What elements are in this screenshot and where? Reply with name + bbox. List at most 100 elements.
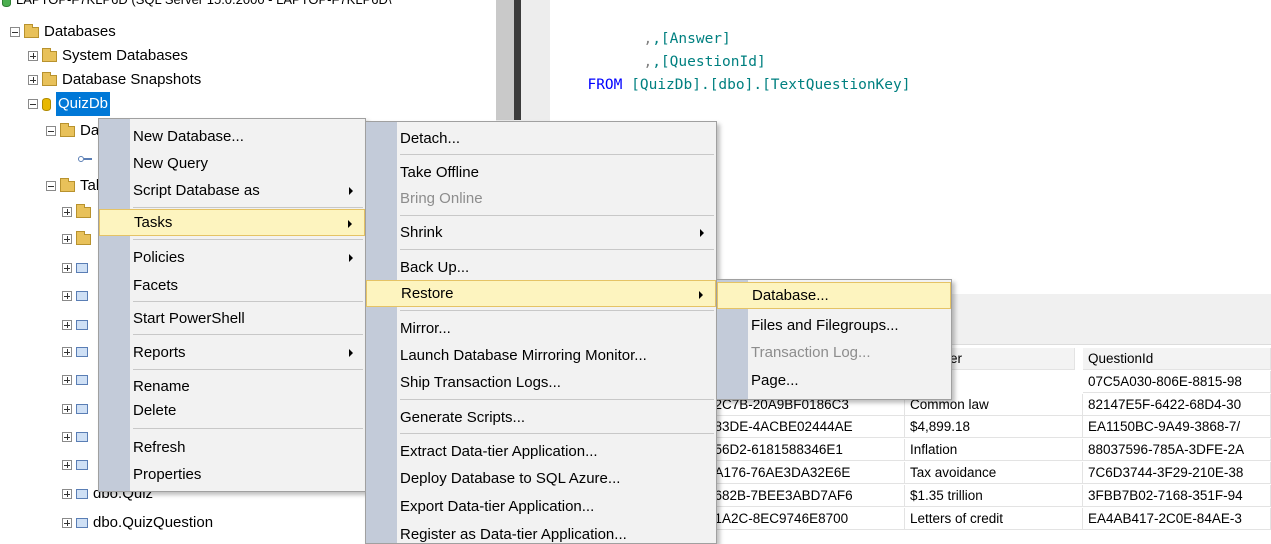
table-cell[interactable]: Inflation <box>905 439 1083 461</box>
expand-icon[interactable] <box>62 234 72 244</box>
menu-item-page[interactable]: Page... <box>717 367 951 394</box>
table-cell[interactable]: 88037596-785A-3DFE-2A <box>1083 439 1271 461</box>
menu-item-refresh[interactable]: Refresh <box>99 434 365 461</box>
table-row[interactable] <box>62 256 93 280</box>
collapse-icon[interactable] <box>46 181 56 191</box>
table-cell[interactable]: 01-83DE-4ACBE02444AE <box>690 416 905 438</box>
folder-icon <box>60 177 75 192</box>
menu-item-shrink[interactable]: Shrink <box>366 219 716 246</box>
expand-icon[interactable] <box>62 518 72 528</box>
table-row[interactable] <box>62 397 93 421</box>
menu-item-delete[interactable]: Delete <box>99 397 365 424</box>
menu-separator <box>400 215 714 216</box>
menu-item-extract-data-tier[interactable]: Extract Data-tier Application... <box>366 438 716 465</box>
menu-label: Extract Data-tier Application... <box>400 443 598 460</box>
expand-icon[interactable] <box>62 263 72 273</box>
tree-server-node[interactable]: LAPTOP-F7KLP6D (SQL Server 15.0.2000 - L… <box>2 0 391 12</box>
menu-item-facets[interactable]: Facets <box>99 272 365 299</box>
table-cell[interactable]: $4,899.18 <box>905 416 1083 438</box>
table-row[interactable] <box>62 284 93 308</box>
table-cell[interactable]: 7C6D3744-3F29-210E-38 <box>1083 462 1271 484</box>
table-cell[interactable]: 31-1A2C-8EC9746E8700 <box>690 508 905 530</box>
table-row[interactable] <box>62 453 93 477</box>
table-cell[interactable]: 3FBB7B02-7168-351F-94 <box>1083 485 1271 507</box>
restore-submenu: Database... Files and Filegroups... Tran… <box>716 279 952 400</box>
table-row[interactable] <box>62 313 93 337</box>
tree-system-databases[interactable]: System Databases <box>28 44 188 68</box>
tree-database-snapshots[interactable]: Database Snapshots <box>28 68 201 92</box>
tree-tables[interactable]: Tal <box>46 174 99 198</box>
collapse-icon[interactable] <box>46 126 56 136</box>
expand-icon[interactable] <box>28 75 38 85</box>
menu-item-reports[interactable]: Reports <box>99 339 365 366</box>
menu-item-rename[interactable]: Rename <box>99 373 365 400</box>
table-cell[interactable]: EA4AB417-2C0E-84AE-3 <box>1083 508 1271 530</box>
tree-diagrams[interactable]: Da <box>46 119 99 143</box>
menu-item-tasks[interactable]: Tasks <box>99 209 365 236</box>
menu-item-start-powershell[interactable]: Start PowerShell <box>99 305 365 332</box>
expand-icon[interactable] <box>62 489 72 499</box>
table-row[interactable] <box>62 425 93 449</box>
quizdb-label: QuizDb <box>56 92 111 116</box>
table-cell[interactable]: 21-A176-76AE3DA32E6E <box>690 462 905 484</box>
menu-item-export-data-tier[interactable]: Export Data-tier Application... <box>366 493 716 520</box>
expand-icon[interactable] <box>62 320 72 330</box>
menu-item-new-database[interactable]: New Database... <box>99 123 365 150</box>
menu-item-files-and-filegroups[interactable]: Files and Filegroups... <box>717 312 951 339</box>
menu-item-detach[interactable]: Detach... <box>366 125 716 152</box>
tree-quizdb[interactable]: QuizDb <box>28 92 111 116</box>
menu-item-generate-scripts[interactable]: Generate Scripts... <box>366 404 716 431</box>
table-row[interactable] <box>62 368 93 392</box>
menu-item-take-offline[interactable]: Take Offline <box>366 159 716 186</box>
table-icon <box>76 375 88 385</box>
expand-icon[interactable] <box>62 375 72 385</box>
tree-databases[interactable]: Databases <box>10 20 116 44</box>
expand-icon[interactable] <box>62 460 72 470</box>
table-cell[interactable]: 46-56D2-6181588346E1 <box>690 439 905 461</box>
menu-label: Register as Data-tier Application... <box>400 526 627 543</box>
menu-item-launch-mirroring-monitor[interactable]: Launch Database Mirroring Monitor... <box>366 342 716 369</box>
menu-item-new-query[interactable]: New Query <box>99 150 365 177</box>
menu-item-restore[interactable]: Restore <box>366 280 716 307</box>
table-cell[interactable]: 99-682B-7BEE3ABD7AF6 <box>690 485 905 507</box>
table-icon <box>76 320 88 330</box>
expand-icon[interactable] <box>62 404 72 414</box>
menu-item-properties[interactable]: Properties <box>99 461 365 488</box>
table-cell[interactable]: EA1150BC-9A49-3868-7/ <box>1083 416 1271 438</box>
scrollbar-thumb[interactable] <box>496 0 514 120</box>
tree-table-quizquestion[interactable]: dbo.QuizQuestion <box>62 511 213 535</box>
table-cell[interactable]: 82147E5F-6422-68D4-30 <box>1083 394 1271 416</box>
table-cell[interactable]: $1.35 trillion <box>905 485 1083 507</box>
expand-icon[interactable] <box>62 207 72 217</box>
menu-label: Page... <box>751 372 799 389</box>
column-header-questionid[interactable]: QuestionId <box>1083 348 1271 370</box>
code-line-from[interactable]: FROM [QuizDb].[dbo].[TextQuestionKey] <box>570 52 910 96</box>
table-cell[interactable]: Tax avoidance <box>905 462 1083 484</box>
menu-item-restore-database[interactable]: Database... <box>717 282 951 309</box>
menu-label: New Database... <box>133 128 244 145</box>
tree-filetables[interactable] <box>62 227 96 251</box>
menu-item-deploy-to-azure[interactable]: Deploy Database to SQL Azure... <box>366 465 716 492</box>
table-row[interactable] <box>62 340 93 364</box>
databases-label: Databases <box>44 23 116 40</box>
tree-diagram-item[interactable] <box>78 147 97 171</box>
collapse-icon[interactable] <box>10 27 20 37</box>
menu-item-ship-transaction-logs[interactable]: Ship Transaction Logs... <box>366 369 716 396</box>
expand-icon[interactable] <box>28 51 38 61</box>
expand-icon[interactable] <box>62 432 72 442</box>
column-header-answer[interactable]: er <box>945 348 1075 370</box>
menu-label: Delete <box>133 402 177 419</box>
tree-system-tables[interactable] <box>62 200 96 224</box>
table-cell[interactable]: Letters of credit <box>905 508 1083 530</box>
menu-item-transaction-log: Transaction Log... <box>717 339 951 366</box>
expand-icon[interactable] <box>62 291 72 301</box>
menu-item-register-data-tier[interactable]: Register as Data-tier Application... <box>366 521 716 543</box>
table-icon <box>76 489 88 499</box>
menu-item-mirror[interactable]: Mirror... <box>366 315 716 342</box>
menu-item-script-database-as[interactable]: Script Database as <box>99 177 365 204</box>
table-cell[interactable]: 07C5A030-806E-8815-98 <box>1083 371 1271 393</box>
menu-item-policies[interactable]: Policies <box>99 244 365 271</box>
menu-item-back-up[interactable]: Back Up... <box>366 254 716 281</box>
expand-icon[interactable] <box>62 347 72 357</box>
collapse-icon[interactable] <box>28 99 38 109</box>
